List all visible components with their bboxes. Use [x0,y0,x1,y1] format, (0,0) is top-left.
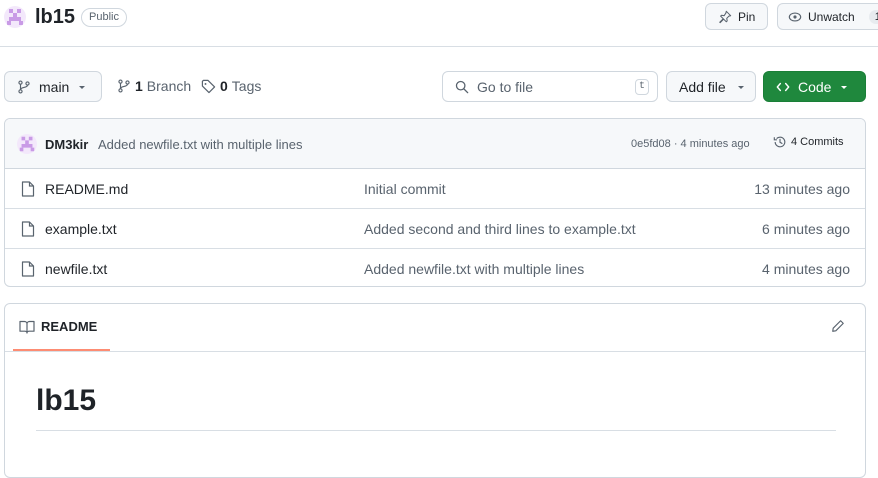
file-icon [21,221,35,237]
branch-word: Branch [146,78,192,94]
add-file-button[interactable]: Add file [666,71,756,102]
file-row[interactable]: README.md Initial commit 13 minutes ago [5,169,865,209]
commits-history-link[interactable]: 4 Commits [773,135,844,149]
chevron-down-icon [77,82,87,92]
file-name[interactable]: example.txt [45,221,117,237]
search-icon [455,80,469,94]
file-name[interactable]: newfile.txt [45,261,107,277]
commit-author-avatar[interactable] [17,134,37,154]
pin-icon [718,10,732,24]
pencil-icon[interactable] [831,319,845,333]
readme-tab[interactable]: README [19,319,97,334]
readme-divider [5,351,865,352]
file-list: DM3kir Added newfile.txt with multiple l… [4,118,866,287]
file-icon [21,261,35,277]
add-file-label: Add file [679,78,726,95]
file-commit-time: 6 minutes ago [762,221,850,237]
tag-icon [201,79,216,94]
commit-message[interactable]: Added newfile.txt with multiple lines [98,137,303,152]
commit-author[interactable]: DM3kir [45,137,88,152]
file-commit-time: 13 minutes ago [754,181,850,197]
branch-selector[interactable]: main [4,71,102,102]
watch-count: 1 [868,9,878,24]
latest-commit-bar: DM3kir Added newfile.txt with multiple l… [5,119,865,169]
chevron-down-icon [736,82,746,92]
file-commit-message[interactable]: Added second and third lines to example.… [364,221,636,237]
eye-icon [788,10,802,24]
code-button[interactable]: Code [763,71,866,102]
code-label: Code [798,78,832,95]
git-branch-icon [117,79,131,93]
unwatch-label: Unwatch [808,9,855,24]
readme-heading: lb15 [36,384,97,417]
file-name[interactable]: README.md [45,181,128,197]
readme-tab-label: README [41,319,98,334]
branch-count: 1 [135,78,143,94]
file-commit-message[interactable]: Initial commit [364,181,446,197]
history-icon [773,135,787,149]
branch-name: main [39,78,70,95]
file-row[interactable]: example.txt Added second and third lines… [5,209,865,249]
code-icon [776,80,790,94]
file-commit-time: 4 minutes ago [762,261,850,277]
file-row[interactable]: newfile.txt Added newfile.txt with multi… [5,249,865,286]
header-divider [0,46,878,47]
pin-button[interactable]: Pin [705,3,768,30]
tag-count: 0 [220,78,228,94]
repo-name[interactable]: lb15 [35,5,75,29]
tags-link[interactable]: 0 Tags [201,78,261,94]
visibility-badge: Public [81,8,127,27]
file-commit-message[interactable]: Added newfile.txt with multiple lines [364,261,584,277]
go-to-file-placeholder: Go to file [477,78,534,95]
readme-panel: README lb15 [4,303,866,478]
chevron-down-icon [839,82,849,92]
unwatch-button[interactable]: Unwatch 1 [777,3,878,30]
repo-owner-avatar[interactable] [4,6,26,28]
git-branch-icon [17,79,31,94]
commits-count: 4 Commits [791,136,844,148]
commit-hash-time[interactable]: 0e5fd08 · 4 minutes ago [631,138,750,150]
file-icon [21,181,35,197]
branches-link[interactable]: 1 Branch [117,78,191,94]
pin-label: Pin [738,9,756,24]
tag-word: Tags [231,78,262,94]
book-icon [19,320,35,334]
shortcut-hint: t [635,79,649,95]
go-to-file-input[interactable]: Go to file t [442,71,658,102]
heading-rule [36,430,836,431]
